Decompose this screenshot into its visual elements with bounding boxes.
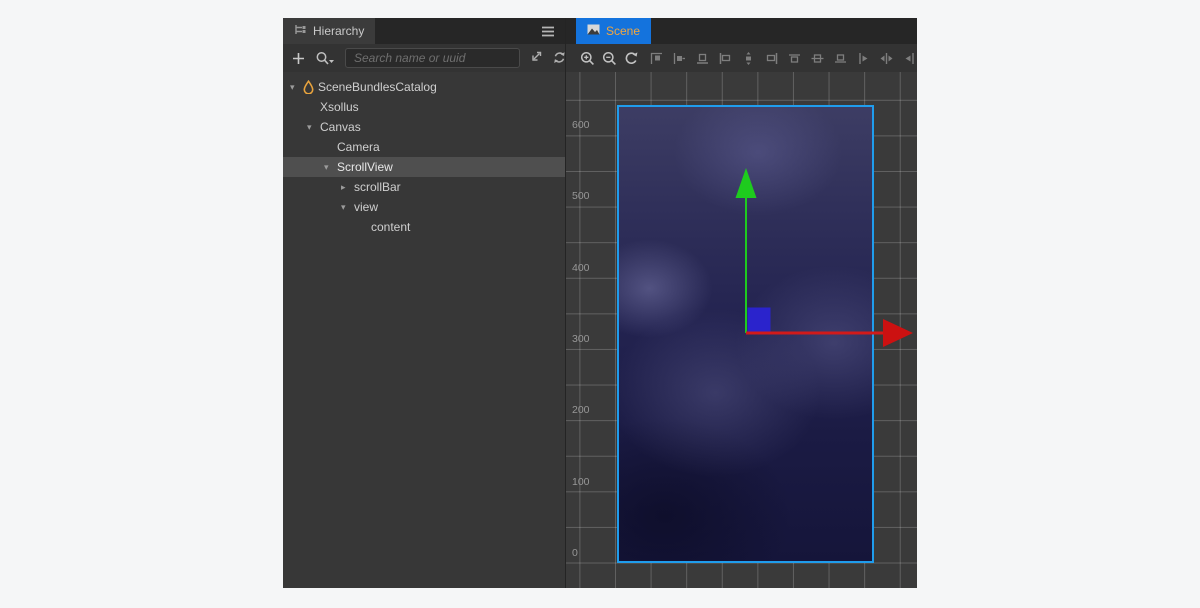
tree-row-camera[interactable]: Camera [283, 137, 565, 157]
hierarchy-tree: SceneBundlesCatalog Xsollus Canvas Camer… [283, 72, 565, 588]
distribute-bottom-icon[interactable] [830, 49, 850, 67]
expander-down-icon[interactable] [324, 157, 337, 177]
align-bottom-icon[interactable] [692, 49, 712, 67]
hamburger-menu-icon[interactable] [541, 26, 555, 37]
scene-view-tools [578, 49, 640, 67]
search-filter-icon[interactable] [313, 49, 337, 67]
expander-down-icon[interactable] [307, 117, 320, 137]
tree-row-content[interactable]: content [283, 217, 565, 237]
expander-right-icon[interactable] [341, 177, 354, 197]
tab-hierarchy[interactable]: Hierarchy [283, 18, 375, 44]
tree-row-view[interactable]: view [283, 197, 565, 217]
distribute-center-icon[interactable] [876, 49, 896, 67]
distribute-left-icon[interactable] [853, 49, 873, 67]
tree-row-xsollus[interactable]: Xsollus [283, 97, 565, 117]
align-right-icon[interactable] [761, 49, 781, 67]
scene-asset-icon [303, 80, 314, 94]
align-top-icon[interactable] [646, 49, 666, 67]
scene-image-icon [587, 24, 600, 38]
collapse-all-icon[interactable] [526, 49, 544, 67]
tree-row-canvas[interactable]: Canvas [283, 117, 565, 137]
tab-scene[interactable]: Scene [576, 18, 651, 44]
gizmo-origin-handle[interactable] [748, 308, 771, 334]
tree-row-scenebundlescatalog[interactable]: SceneBundlesCatalog [283, 77, 565, 97]
tree-node-label: content [371, 220, 410, 234]
distribute-right-icon[interactable] [899, 49, 919, 67]
editor-window: Hierarchy [0, 0, 1200, 608]
search-input[interactable] [345, 48, 520, 68]
expander-down-icon[interactable] [341, 197, 354, 217]
hierarchy-tabbar: Hierarchy [283, 18, 565, 44]
tree-node-label: Canvas [320, 120, 361, 134]
hierarchy-toolbar [283, 44, 565, 72]
y-axis-arrowhead-icon[interactable] [736, 168, 757, 198]
plus-icon[interactable] [289, 49, 307, 67]
scene-panel: Scene [566, 18, 917, 588]
align-middle-icon[interactable] [669, 49, 689, 67]
tree-node-label: ScrollView [337, 160, 393, 174]
align-tools [646, 49, 919, 67]
tree-row-scrollbar[interactable]: scrollBar [283, 177, 565, 197]
hierarchy-toolbar-right [520, 49, 568, 67]
align-left-icon[interactable] [715, 49, 735, 67]
scene-tab-label: Scene [606, 24, 640, 38]
hierarchy-panel: Hierarchy [283, 18, 566, 588]
reset-view-icon[interactable] [622, 49, 640, 67]
hierarchy-tree-icon [294, 24, 307, 39]
scene-toolbar [566, 44, 917, 72]
distribute-middle-icon[interactable] [807, 49, 827, 67]
zoom-in-icon[interactable] [578, 49, 596, 67]
tree-node-label: Camera [337, 140, 380, 154]
tree-node-label: view [354, 200, 378, 214]
transform-gizmo [566, 72, 917, 588]
expander-down-icon[interactable] [290, 77, 303, 97]
tree-node-label: Xsollus [320, 100, 359, 114]
x-axis-arrowhead-icon[interactable] [883, 319, 913, 347]
scene-tabbar: Scene [566, 18, 917, 44]
hierarchy-tab-label: Hierarchy [313, 24, 364, 38]
tree-node-label: scrollBar [354, 180, 401, 194]
zoom-out-icon[interactable] [600, 49, 618, 67]
distribute-top-icon[interactable] [784, 49, 804, 67]
tree-row-scrollview[interactable]: ScrollView [283, 157, 565, 177]
tree-node-label: SceneBundlesCatalog [318, 80, 437, 94]
align-center-icon[interactable] [738, 49, 758, 67]
scene-viewport[interactable]: 600 500 400 300 200 100 0 [566, 72, 917, 588]
